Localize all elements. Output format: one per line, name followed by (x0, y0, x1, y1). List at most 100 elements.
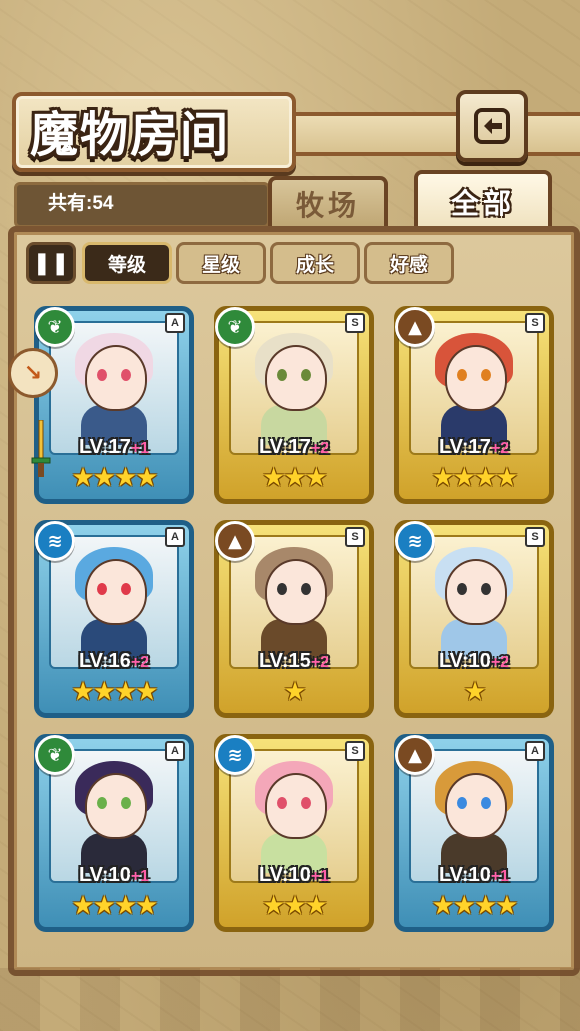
monster-level: LV:10+1 (39, 864, 189, 887)
level-text: LV:17 (78, 436, 131, 458)
level-text: LV:10 (78, 864, 131, 886)
water-element-icon: ≋ (35, 521, 75, 561)
portrait-eye (97, 797, 107, 809)
water-element-icon: ≋ (215, 735, 255, 775)
rarity-badge: A (165, 741, 185, 761)
rarity-badge: S (345, 741, 365, 761)
tab-all[interactable]: 全部 (414, 170, 552, 230)
portrait-eye (277, 369, 287, 381)
tab-farm[interactable]: 牧场 (268, 176, 388, 228)
monster-count: 共有:54 (48, 193, 114, 214)
page-title: 魔物房间 (30, 107, 231, 163)
portrait-face (265, 559, 327, 625)
portrait-eye (301, 797, 311, 809)
earth-element-icon: ▲ (215, 521, 255, 561)
monster-card[interactable]: ≋ S LV:10+1 ★★★ (214, 734, 374, 932)
portrait-eye (301, 369, 311, 381)
monster-level: LV:10+1 (219, 864, 369, 887)
monster-level: LV:10+1 (399, 864, 549, 887)
star-rating: ★★★ (262, 463, 328, 493)
portrait-face (85, 345, 147, 411)
sort-level-button[interactable]: 等级 (82, 242, 172, 284)
portrait-eye (481, 583, 491, 595)
portrait-face (85, 559, 147, 625)
portrait-eye (277, 797, 287, 809)
title-bar-extension (290, 112, 580, 156)
portrait-eye (121, 369, 131, 381)
portrait-face (445, 773, 507, 839)
portrait-eye (457, 797, 467, 809)
bottom-decoration (0, 968, 580, 1031)
star-rating: ★★★★ (71, 677, 158, 707)
rarity-badge: S (525, 313, 545, 333)
level-plus: +1 (130, 868, 150, 885)
level-plus: +2 (310, 440, 330, 457)
level-plus: +2 (490, 654, 510, 671)
level-text: LV:10 (438, 864, 491, 886)
selection-marker-icon[interactable]: ↘ (8, 348, 58, 398)
rarity-badge: S (345, 313, 365, 333)
monster-level: LV:16+2 (39, 650, 189, 673)
star-rating: ★★★★ (431, 463, 518, 493)
portrait-eye (97, 583, 107, 595)
level-text: LV:16 (78, 650, 131, 672)
level-plus: +1 (310, 868, 330, 885)
portrait-eye (277, 583, 287, 595)
monster-level: LV:15+2 (219, 650, 369, 673)
leaf-element-icon: ❦ (35, 307, 75, 347)
leaf-element-icon: ❦ (215, 307, 255, 347)
earth-element-icon: ▲ (395, 735, 435, 775)
portrait-face (265, 345, 327, 411)
rarity-badge: A (165, 527, 185, 547)
sort-toggle-button[interactable]: ❚❚ (26, 242, 76, 284)
portrait-eye (121, 583, 131, 595)
monster-card[interactable]: ▲ A LV:10+1 ★★★★ (394, 734, 554, 932)
sort-star-button[interactable]: 星级 (176, 242, 266, 284)
rarity-badge: A (525, 741, 545, 761)
monster-card[interactable]: ❦ A LV:17+1 ★★★★ (34, 306, 194, 504)
star-rating: ★★★★ (71, 891, 158, 921)
level-text: LV:10 (258, 864, 311, 886)
portrait-eye (97, 369, 107, 381)
level-text: LV:17 (258, 436, 311, 458)
portrait-eye (121, 797, 131, 809)
portrait-eye (457, 369, 467, 381)
level-plus: +2 (490, 440, 510, 457)
pause-sort-icon: ❚❚ (32, 250, 70, 276)
portrait-eye (301, 583, 311, 595)
sword-icon (31, 420, 51, 477)
level-plus: +2 (130, 654, 150, 671)
portrait-face (445, 345, 507, 411)
monster-card[interactable]: ▲ S LV:17+2 ★★★★ (394, 306, 554, 504)
back-arrow-icon (474, 108, 510, 144)
monster-card[interactable]: ▲ S LV:15+2 ★ (214, 520, 374, 718)
monster-level: LV:10+2 (399, 650, 549, 673)
monster-card[interactable]: ≋ A LV:16+2 ★★★★ (34, 520, 194, 718)
monster-level: LV:17+2 (399, 436, 549, 459)
sort-growth-button[interactable]: 成长 (270, 242, 360, 284)
star-rating: ★★★★ (431, 891, 518, 921)
back-button[interactable] (456, 90, 528, 162)
star-rating: ★★★ (262, 891, 328, 921)
monster-card[interactable]: ❦ A LV:10+1 ★★★★ (34, 734, 194, 932)
leaf-element-icon: ❦ (35, 735, 75, 775)
sort-affection-button[interactable]: 好感 (364, 242, 454, 284)
monster-card[interactable]: ≋ S LV:10+2 ★ (394, 520, 554, 718)
star-rating: ★ (463, 677, 486, 707)
portrait-face (445, 559, 507, 625)
level-plus: +1 (490, 868, 510, 885)
monster-card[interactable]: ❦ S LV:17+2 ★★★ (214, 306, 374, 504)
portrait-face (85, 773, 147, 839)
level-plus: +2 (310, 654, 330, 671)
portrait-eye (481, 369, 491, 381)
rarity-badge: S (345, 527, 365, 547)
water-element-icon: ≋ (395, 521, 435, 561)
star-rating: ★ (283, 677, 306, 707)
level-plus: +1 (130, 440, 150, 457)
level-text: LV:10 (438, 650, 491, 672)
monster-level: LV:17+2 (219, 436, 369, 459)
portrait-face (265, 773, 327, 839)
star-rating: ★★★★ (71, 463, 158, 493)
level-text: LV:15 (258, 650, 311, 672)
rarity-badge: S (525, 527, 545, 547)
